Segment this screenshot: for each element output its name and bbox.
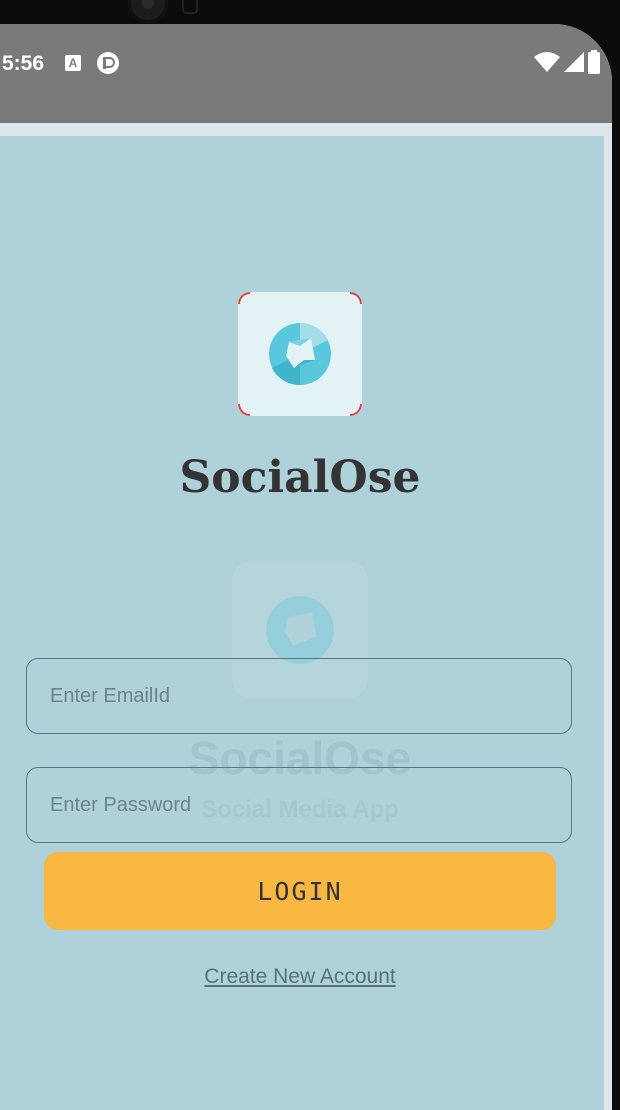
app-title: SocialOse xyxy=(179,452,421,503)
system-icons xyxy=(534,50,600,74)
email-input[interactable] xyxy=(27,659,571,733)
proximity-sensor xyxy=(182,0,198,14)
aperture-icon xyxy=(266,596,334,664)
battery-icon xyxy=(588,50,600,74)
password-field[interactable] xyxy=(26,767,572,843)
a-box-icon: A xyxy=(65,55,81,71)
scroll-edge xyxy=(604,123,612,1110)
status-bar: 5:56 A xyxy=(0,24,612,123)
login-button[interactable]: LOGIN xyxy=(44,852,556,930)
password-input[interactable] xyxy=(27,768,571,842)
wifi-icon xyxy=(534,52,560,72)
phone-screen: 5:56 A SocialOse SocialOse Social Media … xyxy=(0,24,612,1110)
cell-signal-icon xyxy=(564,52,584,72)
toolbar-strip xyxy=(0,123,612,136)
status-time: 5:56 xyxy=(2,52,45,75)
aperture-icon xyxy=(269,322,331,386)
login-content: SocialOse SocialOse Social Media App LOG… xyxy=(0,136,604,1110)
app-logo xyxy=(238,292,362,416)
email-field[interactable] xyxy=(26,658,572,734)
p-circle-icon xyxy=(97,52,119,74)
front-camera xyxy=(131,0,165,20)
create-account-link[interactable]: Create New Account xyxy=(0,965,600,989)
